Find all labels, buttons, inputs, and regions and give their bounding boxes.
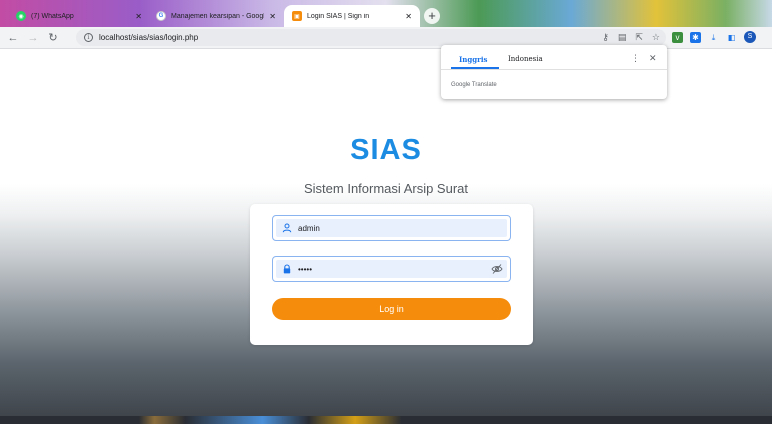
login-card: admin ••••• Log in xyxy=(250,204,533,345)
password-value[interactable]: ••••• xyxy=(298,265,485,274)
extensions-area: v ✱ ⤓ ◧ S xyxy=(672,31,756,43)
divider xyxy=(441,69,667,70)
taskbar-strip xyxy=(0,416,772,424)
url-text[interactable]: localhost/sias/sias/login.php xyxy=(99,33,198,42)
new-tab-button[interactable]: + xyxy=(424,8,440,24)
tab-language-inggris[interactable]: Inggris xyxy=(459,55,487,64)
password-input[interactable]: ••••• xyxy=(276,260,507,278)
google-icon: G xyxy=(156,11,166,21)
profile-avatar[interactable]: S xyxy=(744,31,756,43)
app-subtitle: Sistem Informasi Arsip Surat xyxy=(304,181,468,196)
lock-icon xyxy=(283,264,291,274)
login-page: SIAS Sistem Informasi Arsip Surat admin … xyxy=(0,49,772,424)
tab-google-search[interactable]: G Manajemen kearsipan - Google S... ✕ xyxy=(148,5,284,27)
tab-title: Login SIAS | Sign in xyxy=(307,12,370,20)
extensions-puzzle-icon[interactable]: ✱ xyxy=(690,31,701,43)
sias-icon: ▣ xyxy=(292,11,302,21)
tab-login-sias[interactable]: ▣ Login SIAS | Sign in ✕ xyxy=(284,5,420,27)
user-icon xyxy=(282,223,292,233)
username-field[interactable]: admin xyxy=(272,215,511,241)
tab-title: Manajemen kearsipan - Google S... xyxy=(171,12,264,20)
info-icon[interactable]: i xyxy=(84,33,93,42)
close-icon[interactable]: ✕ xyxy=(135,12,142,21)
password-field[interactable]: ••••• xyxy=(272,256,511,282)
login-button[interactable]: Log in xyxy=(272,298,511,320)
download-icon[interactable]: ⤓ xyxy=(708,32,719,43)
tab-title: (7) WhatsApp xyxy=(31,12,74,20)
close-icon[interactable]: ✕ xyxy=(405,12,412,21)
back-arrow-icon[interactable]: ← xyxy=(6,32,20,44)
whatsapp-icon: ◉ xyxy=(16,11,26,21)
google-translate-popup: Inggris Indonesia ⋮ ✕ Google Translate xyxy=(441,45,667,99)
more-options-icon[interactable]: ⋮ xyxy=(631,53,640,64)
username-value[interactable]: admin xyxy=(298,224,507,233)
bookmark-star-icon[interactable]: ☆ xyxy=(652,32,660,43)
omnibox-actions: ⚷ ▤ ⇱ ☆ xyxy=(602,32,660,43)
share-icon[interactable]: ⇱ xyxy=(635,32,643,43)
username-input[interactable]: admin xyxy=(276,219,507,237)
tab-language-indonesia[interactable]: Indonesia xyxy=(508,55,543,63)
eye-slash-icon[interactable] xyxy=(491,263,503,275)
reload-icon[interactable]: ↻ xyxy=(46,31,60,44)
close-icon[interactable]: ✕ xyxy=(269,12,276,21)
key-icon[interactable]: ⚷ xyxy=(602,32,609,43)
browser-tab-strip: ◉ (7) WhatsApp ✕ G Manajemen kearsipan -… xyxy=(0,0,772,27)
close-icon[interactable]: ✕ xyxy=(649,53,657,64)
translate-icon[interactable]: ▤ xyxy=(618,32,627,43)
translate-footer: Google Translate xyxy=(451,82,497,88)
app-logo-text: SIAS xyxy=(350,134,422,166)
address-bar[interactable]: i localhost/sias/sias/login.php ⚷ ▤ ⇱ ☆ xyxy=(76,29,666,46)
extension-v-icon[interactable]: v xyxy=(672,31,683,43)
side-panel-icon[interactable]: ◧ xyxy=(726,32,737,43)
forward-arrow-icon[interactable]: → xyxy=(26,32,40,44)
tab-whatsapp[interactable]: ◉ (7) WhatsApp ✕ xyxy=(8,5,150,27)
